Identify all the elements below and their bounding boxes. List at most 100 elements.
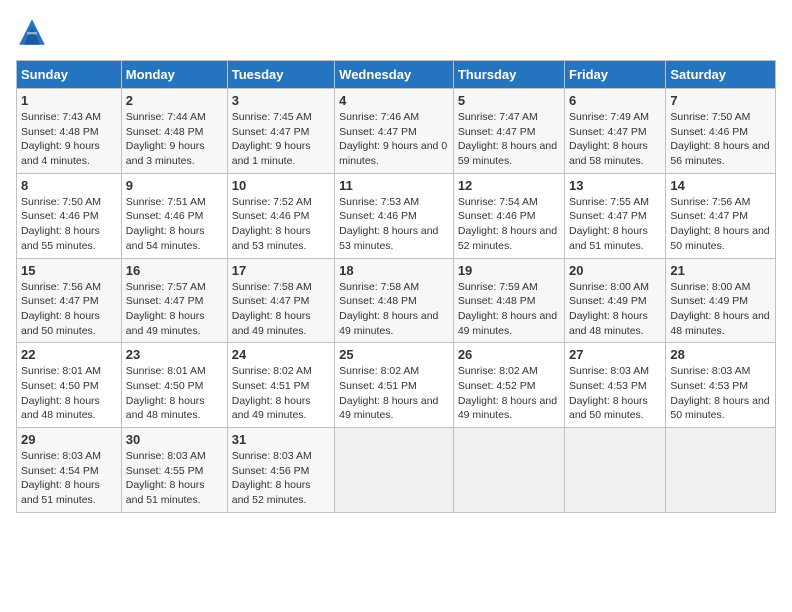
cell-w2-d1: 8Sunrise: 7:50 AMSunset: 4:46 PMDaylight… bbox=[17, 173, 122, 258]
day-number: 30 bbox=[126, 432, 223, 447]
calendar-header-row: SundayMondayTuesdayWednesdayThursdayFrid… bbox=[17, 61, 776, 89]
col-header-tuesday: Tuesday bbox=[227, 61, 334, 89]
day-detail: Sunrise: 7:46 AMSunset: 4:47 PMDaylight:… bbox=[339, 111, 447, 167]
day-detail: Sunrise: 8:03 AMSunset: 4:55 PMDaylight:… bbox=[126, 450, 206, 506]
day-detail: Sunrise: 7:49 AMSunset: 4:47 PMDaylight:… bbox=[569, 111, 649, 167]
day-detail: Sunrise: 7:45 AMSunset: 4:47 PMDaylight:… bbox=[232, 111, 312, 167]
cell-w5-d6 bbox=[565, 428, 666, 513]
day-number: 20 bbox=[569, 263, 661, 278]
cell-w2-d4: 11 Sunrise: 7:53 AMSunset: 4:46 PMDayligh… bbox=[335, 173, 454, 258]
day-detail: Sunrise: 7:58 AMSunset: 4:47 PMDaylight:… bbox=[232, 281, 312, 337]
day-number: 10 bbox=[232, 178, 330, 193]
day-detail: Sunrise: 7:55 AMSunset: 4:47 PMDaylight:… bbox=[569, 196, 649, 252]
day-detail: Sunrise: 8:01 AMSunset: 4:50 PMDaylight:… bbox=[126, 365, 206, 421]
cell-w2-d5: 12 Sunrise: 7:54 AMSunset: 4:46 PMDayligh… bbox=[453, 173, 564, 258]
calendar-week-2: 8Sunrise: 7:50 AMSunset: 4:46 PMDaylight… bbox=[17, 173, 776, 258]
day-detail: Sunrise: 7:58 AMSunset: 4:48 PMDaylight:… bbox=[339, 281, 438, 337]
cell-w3-d4: 18 Sunrise: 7:58 AMSunset: 4:48 PMDayligh… bbox=[335, 258, 454, 343]
day-number: 23 bbox=[126, 347, 223, 362]
day-number: 28 bbox=[670, 347, 771, 362]
cell-w5-d3: 31 Sunrise: 8:03 AMSunset: 4:56 PMDayligh… bbox=[227, 428, 334, 513]
day-number: 15 bbox=[21, 263, 117, 278]
cell-w2-d2: 9 Sunrise: 7:51 AMSunset: 4:46 PMDaylight… bbox=[121, 173, 227, 258]
col-header-monday: Monday bbox=[121, 61, 227, 89]
cell-w4-d2: 23 Sunrise: 8:01 AMSunset: 4:50 PMDayligh… bbox=[121, 343, 227, 428]
calendar-week-3: 15 Sunrise: 7:56 AMSunset: 4:47 PMDayligh… bbox=[17, 258, 776, 343]
day-number: 26 bbox=[458, 347, 560, 362]
cell-w5-d7 bbox=[666, 428, 776, 513]
day-number: 17 bbox=[232, 263, 330, 278]
cell-w2-d7: 14 Sunrise: 7:56 AMSunset: 4:47 PMDayligh… bbox=[666, 173, 776, 258]
col-header-wednesday: Wednesday bbox=[335, 61, 454, 89]
day-number: 29 bbox=[21, 432, 117, 447]
day-detail: Sunrise: 8:02 AMSunset: 4:51 PMDaylight:… bbox=[339, 365, 438, 421]
cell-w3-d2: 16 Sunrise: 7:57 AMSunset: 4:47 PMDayligh… bbox=[121, 258, 227, 343]
day-number: 11 bbox=[339, 178, 449, 193]
day-number: 27 bbox=[569, 347, 661, 362]
col-header-friday: Friday bbox=[565, 61, 666, 89]
cell-w4-d6: 27 Sunrise: 8:03 AMSunset: 4:53 PMDayligh… bbox=[565, 343, 666, 428]
cell-w2-d6: 13 Sunrise: 7:55 AMSunset: 4:47 PMDayligh… bbox=[565, 173, 666, 258]
cell-w3-d3: 17 Sunrise: 7:58 AMSunset: 4:47 PMDayligh… bbox=[227, 258, 334, 343]
cell-w3-d5: 19 Sunrise: 7:59 AMSunset: 4:48 PMDayligh… bbox=[453, 258, 564, 343]
calendar-week-1: 1Sunrise: 7:43 AMSunset: 4:48 PMDaylight… bbox=[17, 89, 776, 174]
cell-w5-d4 bbox=[335, 428, 454, 513]
day-number: 16 bbox=[126, 263, 223, 278]
calendar-table: SundayMondayTuesdayWednesdayThursdayFrid… bbox=[16, 60, 776, 513]
cell-w5-d2: 30 Sunrise: 8:03 AMSunset: 4:55 PMDayligh… bbox=[121, 428, 227, 513]
day-detail: Sunrise: 7:54 AMSunset: 4:46 PMDaylight:… bbox=[458, 196, 557, 252]
day-number: 3 bbox=[232, 93, 330, 108]
day-detail: Sunrise: 7:53 AMSunset: 4:46 PMDaylight:… bbox=[339, 196, 438, 252]
day-number: 31 bbox=[232, 432, 330, 447]
day-detail: Sunrise: 7:51 AMSunset: 4:46 PMDaylight:… bbox=[126, 196, 206, 252]
cell-w1-d2: 2Sunrise: 7:44 AMSunset: 4:48 PMDaylight… bbox=[121, 89, 227, 174]
day-number: 13 bbox=[569, 178, 661, 193]
col-header-saturday: Saturday bbox=[666, 61, 776, 89]
day-number: 14 bbox=[670, 178, 771, 193]
day-number: 12 bbox=[458, 178, 560, 193]
day-number: 7 bbox=[670, 93, 771, 108]
day-number: 24 bbox=[232, 347, 330, 362]
day-number: 21 bbox=[670, 263, 771, 278]
day-detail: Sunrise: 8:02 AMSunset: 4:51 PMDaylight:… bbox=[232, 365, 312, 421]
logo-icon bbox=[16, 16, 48, 48]
day-detail: Sunrise: 8:03 AMSunset: 4:53 PMDaylight:… bbox=[569, 365, 649, 421]
day-detail: Sunrise: 8:01 AMSunset: 4:50 PMDaylight:… bbox=[21, 365, 101, 421]
day-number: 19 bbox=[458, 263, 560, 278]
day-detail: Sunrise: 7:50 AMSunset: 4:46 PMDaylight:… bbox=[670, 111, 769, 167]
day-number: 4 bbox=[339, 93, 449, 108]
day-detail: Sunrise: 8:02 AMSunset: 4:52 PMDaylight:… bbox=[458, 365, 557, 421]
cell-w4-d3: 24 Sunrise: 8:02 AMSunset: 4:51 PMDayligh… bbox=[227, 343, 334, 428]
cell-w1-d6: 6 Sunrise: 7:49 AMSunset: 4:47 PMDaylight… bbox=[565, 89, 666, 174]
cell-w3-d7: 21Sunrise: 8:00 AMSunset: 4:49 PMDayligh… bbox=[666, 258, 776, 343]
day-number: 1 bbox=[21, 93, 117, 108]
header bbox=[16, 16, 776, 48]
day-number: 18 bbox=[339, 263, 449, 278]
cell-w1-d7: 7 Sunrise: 7:50 AMSunset: 4:46 PMDaylight… bbox=[666, 89, 776, 174]
day-number: 5 bbox=[458, 93, 560, 108]
cell-w4-d1: 22Sunrise: 8:01 AMSunset: 4:50 PMDayligh… bbox=[17, 343, 122, 428]
cell-w1-d4: 4 Sunrise: 7:46 AMSunset: 4:47 PMDaylight… bbox=[335, 89, 454, 174]
day-detail: Sunrise: 7:56 AMSunset: 4:47 PMDaylight:… bbox=[670, 196, 769, 252]
day-number: 25 bbox=[339, 347, 449, 362]
cell-w3-d6: 20Sunrise: 8:00 AMSunset: 4:49 PMDayligh… bbox=[565, 258, 666, 343]
cell-w3-d1: 15 Sunrise: 7:56 AMSunset: 4:47 PMDayligh… bbox=[17, 258, 122, 343]
day-number: 2 bbox=[126, 93, 223, 108]
logo bbox=[16, 16, 52, 48]
cell-w4-d5: 26 Sunrise: 8:02 AMSunset: 4:52 PMDayligh… bbox=[453, 343, 564, 428]
day-detail: Sunrise: 7:56 AMSunset: 4:47 PMDaylight:… bbox=[21, 281, 101, 337]
calendar-body: 1Sunrise: 7:43 AMSunset: 4:48 PMDaylight… bbox=[17, 89, 776, 513]
day-detail: Sunrise: 8:03 AMSunset: 4:56 PMDaylight:… bbox=[232, 450, 312, 506]
day-detail: Sunrise: 7:57 AMSunset: 4:47 PMDaylight:… bbox=[126, 281, 206, 337]
day-detail: Sunrise: 7:59 AMSunset: 4:48 PMDaylight:… bbox=[458, 281, 557, 337]
cell-w2-d3: 10Sunrise: 7:52 AMSunset: 4:46 PMDayligh… bbox=[227, 173, 334, 258]
day-number: 9 bbox=[126, 178, 223, 193]
day-detail: Sunrise: 8:03 AMSunset: 4:54 PMDaylight:… bbox=[21, 450, 101, 506]
cell-w5-d1: 29 Sunrise: 8:03 AMSunset: 4:54 PMDayligh… bbox=[17, 428, 122, 513]
calendar-week-4: 22Sunrise: 8:01 AMSunset: 4:50 PMDayligh… bbox=[17, 343, 776, 428]
day-number: 6 bbox=[569, 93, 661, 108]
cell-w4-d7: 28Sunrise: 8:03 AMSunset: 4:53 PMDayligh… bbox=[666, 343, 776, 428]
col-header-sunday: Sunday bbox=[17, 61, 122, 89]
cell-w1-d1: 1Sunrise: 7:43 AMSunset: 4:48 PMDaylight… bbox=[17, 89, 122, 174]
cell-w1-d5: 5Sunrise: 7:47 AMSunset: 4:47 PMDaylight… bbox=[453, 89, 564, 174]
